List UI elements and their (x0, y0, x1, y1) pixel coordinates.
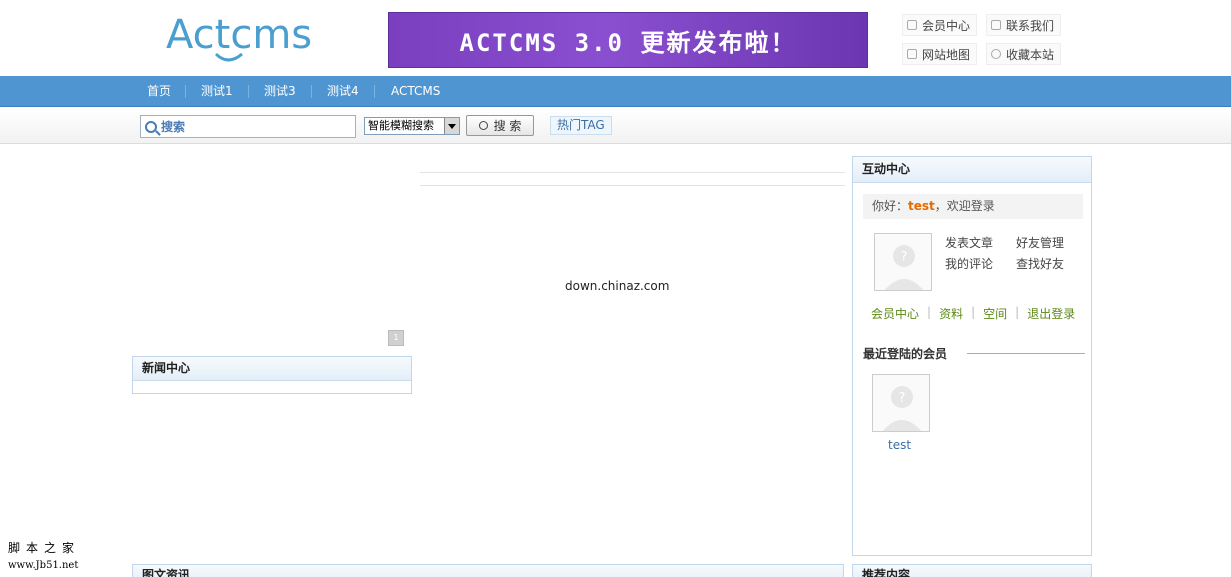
space-link[interactable]: 空间 (983, 305, 1007, 322)
nav-divider (311, 85, 312, 98)
banner-text: ACTCMS 3.0 更新发布啦！ (459, 28, 797, 57)
search-mode-select[interactable]: 智能模糊搜索 (364, 117, 460, 135)
member-center-link[interactable]: 会员中心 (871, 305, 919, 322)
search-icon (478, 121, 488, 130)
divider (420, 172, 845, 173)
nav-item-test3[interactable]: 测试3 (264, 76, 296, 107)
chevron-down-icon[interactable] (444, 118, 459, 134)
contact-link[interactable]: 联系我们 (986, 14, 1062, 36)
slide-control-button[interactable]: 1 (388, 330, 404, 346)
interaction-center-panel: 互动中心 你好：test，欢迎登录 ? 发表文章 好友管理 我的评论 查找好友 … (852, 156, 1092, 556)
default-avatar-icon: ? (873, 375, 929, 431)
search-input[interactable]: 搜索 (140, 115, 356, 138)
username[interactable]: test (908, 199, 935, 213)
header: Actcms ACTCMS 3.0 更新发布啦！ 会员中心 联系我们 网站地图 … (0, 0, 1231, 76)
photo-news-box: 图文资讯 (132, 564, 844, 577)
recommended-title[interactable]: 推荐内容 (853, 565, 1091, 577)
favorite-label: 收藏本站 (1006, 47, 1055, 62)
chat-icon (991, 20, 1001, 30)
default-avatar-icon: ? (875, 234, 931, 290)
favorite-link[interactable]: 收藏本站 (986, 43, 1062, 65)
nav-item-test1[interactable]: 测试1 (201, 76, 233, 107)
search-button-label: 搜 索 (493, 119, 522, 133)
nav-divider (248, 85, 249, 98)
map-icon (907, 49, 917, 59)
site-logo[interactable]: Actcms (166, 12, 332, 66)
logout-link[interactable]: 退出登录 (1027, 305, 1075, 322)
hot-tag-link[interactable]: 热门TAG (550, 116, 612, 135)
nav-divider (374, 85, 375, 98)
svg-text:?: ? (901, 250, 908, 265)
user-icon (907, 20, 917, 30)
divider (420, 185, 845, 186)
contact-label: 联系我们 (1006, 18, 1055, 33)
main-nav: 首页 测试1 测试3 测试4 ACTCMS (0, 76, 1231, 107)
search-icon (145, 120, 157, 133)
profile-link[interactable]: 资料 (939, 305, 963, 322)
sitemap-link[interactable]: 网站地图 (902, 43, 978, 65)
avatar[interactable]: ? (874, 233, 932, 291)
recent-member-name[interactable]: test (888, 438, 911, 452)
search-button[interactable]: 搜 索 (466, 115, 534, 136)
favorite-icon (991, 49, 1001, 59)
nav-divider (185, 85, 186, 98)
divider (967, 353, 1085, 354)
greeting-bar: 你好：test，欢迎登录 (863, 194, 1083, 219)
link-separator: | (971, 305, 976, 319)
svg-text:?: ? (899, 391, 906, 406)
greeting-prefix: 你好： (872, 199, 909, 213)
search-placeholder: 搜索 (161, 120, 186, 134)
recent-members-title: 最近登陆的会员 (863, 347, 948, 361)
recommended-box: 推荐内容 (852, 564, 1092, 577)
my-comments-link[interactable]: 我的评论 (945, 255, 993, 272)
news-center-box: 新闻中心 (132, 356, 412, 394)
member-center-label: 会员中心 (922, 18, 971, 33)
watermark-url: www.Jb51.net (8, 560, 79, 571)
link-separator: | (927, 305, 932, 319)
watermark-title: 脚本之家 (8, 541, 81, 555)
recent-member-avatar[interactable]: ? (872, 374, 930, 432)
friend-manage-link[interactable]: 好友管理 (1016, 234, 1064, 251)
news-center-title[interactable]: 新闻中心 (133, 357, 411, 381)
logo-text: Actcms (166, 12, 312, 58)
member-center-link[interactable]: 会员中心 (902, 14, 978, 36)
greeting-suffix: ，欢迎登录 (934, 199, 995, 213)
banner-ad[interactable]: ACTCMS 3.0 更新发布啦！ (388, 12, 868, 68)
center-content-text: down.chinaz.com (565, 279, 670, 293)
link-separator: | (1015, 305, 1020, 319)
nav-item-test4[interactable]: 测试4 (327, 76, 359, 107)
nav-item-actcms[interactable]: ACTCMS (391, 76, 440, 107)
nav-item-home[interactable]: 首页 (147, 76, 171, 107)
interaction-center-title: 互动中心 (853, 157, 1091, 183)
search-mode-value: 智能模糊搜索 (368, 119, 434, 132)
photo-news-title[interactable]: 图文资讯 (133, 565, 843, 577)
member-links: 会员中心 | 资料 | 空间 | 退出登录 (871, 305, 1075, 322)
post-article-link[interactable]: 发表文章 (945, 234, 993, 251)
watermark: 脚本之家 www.Jb51.net (8, 540, 80, 574)
search-bar: 搜索 智能模糊搜索 搜 索 热门TAG (0, 108, 1231, 144)
find-friends-link[interactable]: 查找好友 (1016, 255, 1064, 272)
sitemap-label: 网站地图 (922, 47, 971, 62)
